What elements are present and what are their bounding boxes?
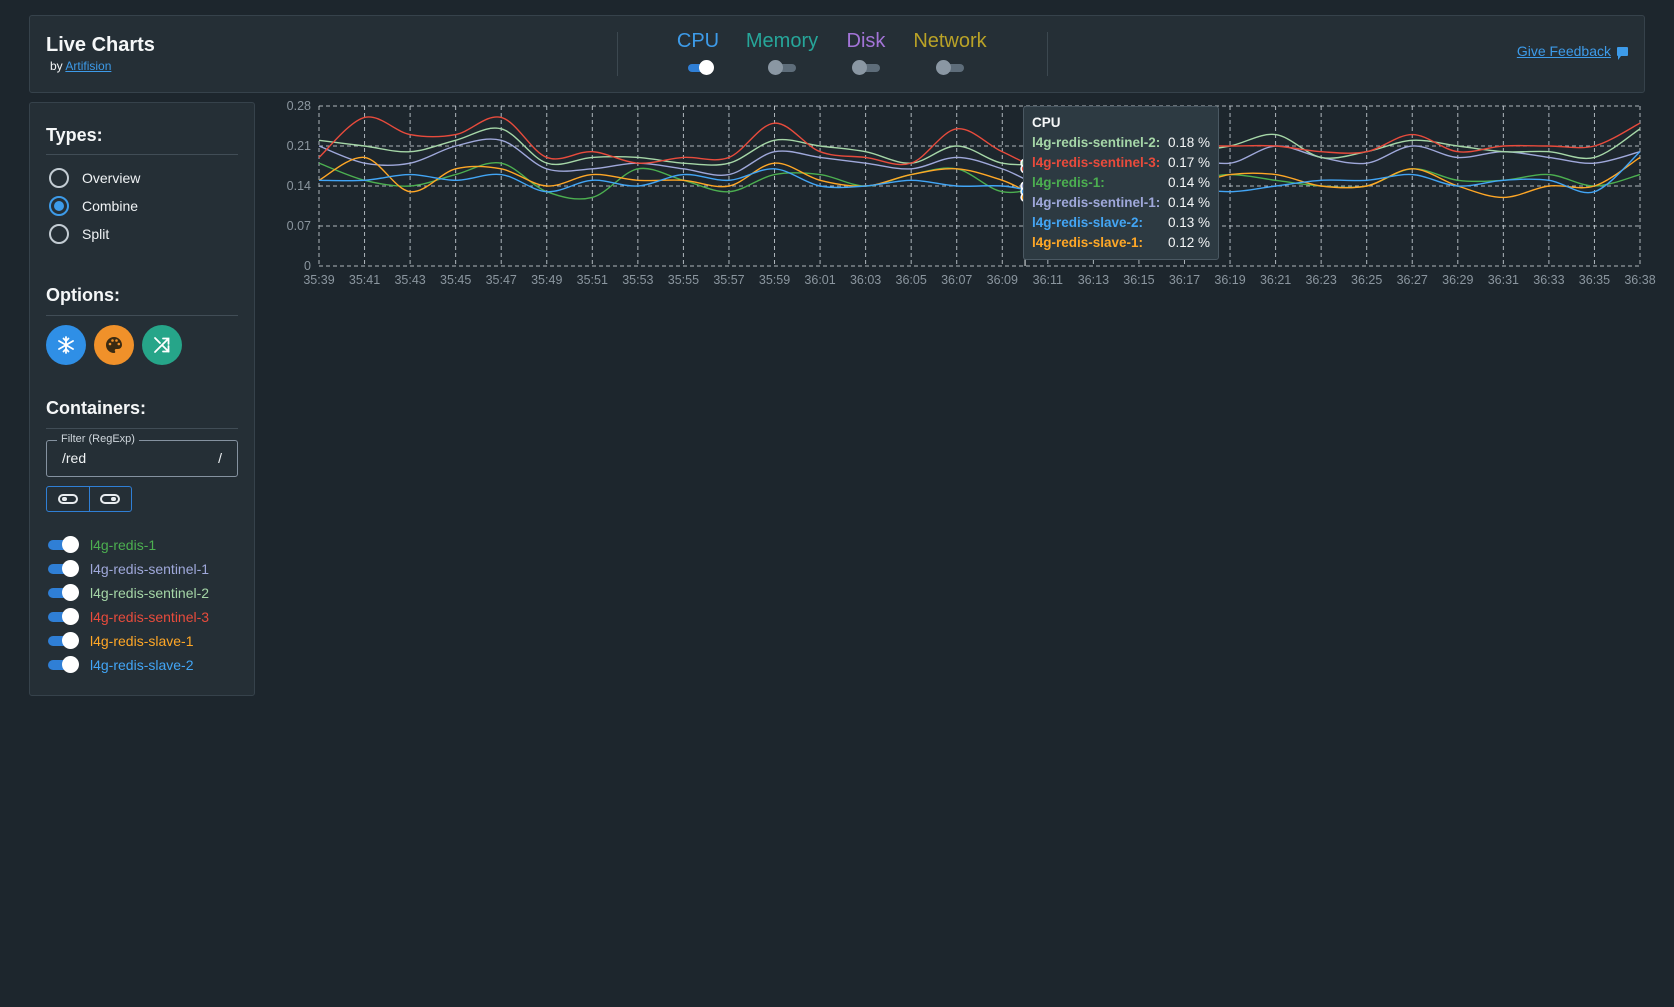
y-tick-label: 0: [304, 259, 311, 273]
tooltip-series-name: l4g-redis-sentinel-3:: [1032, 155, 1161, 170]
x-tick-label: 36:19: [1214, 273, 1245, 287]
snowflake-icon: [58, 336, 74, 354]
y-tick-label: 0.28: [287, 99, 311, 113]
x-tick-label: 36:33: [1533, 273, 1564, 287]
tooltip-series-value: 0.12 %: [1167, 235, 1210, 250]
series-line: [318, 156, 1641, 199]
x-tick-label: 36:13: [1078, 273, 1109, 287]
tooltip-series-name: l4g-redis-slave-2:: [1032, 215, 1144, 230]
chart-tooltip: CPU l4g-redis-sentinel-2: 0.18 % l4g-redi…: [1023, 106, 1219, 260]
x-tick-label: 35:43: [394, 273, 425, 287]
x-tick-label: 35:49: [531, 273, 562, 287]
container-name: l4g-redis-slave-1: [90, 633, 194, 649]
freeze-button[interactable]: [46, 325, 86, 365]
toggle-on-icon: [100, 494, 121, 504]
options-divider: [46, 315, 238, 316]
x-tick-label: 36:23: [1305, 273, 1336, 287]
container-name: l4g-redis-sentinel-2: [90, 585, 210, 601]
tooltip-row: l4g-redis-slave-2: 0.13 %: [1032, 213, 1210, 233]
cpu-line-chart[interactable]: 0.28 0.21 0.14 0.07 035:39 35:41 35:43 35:45 35:…: [0, 0, 1674, 300]
x-tick-label: 36:38: [1624, 273, 1655, 287]
tooltip-row: l4g-redis-1: 0.14 %: [1032, 173, 1210, 193]
toggle-all-off-button[interactable]: [47, 487, 89, 511]
container-toggle[interactable]: [48, 536, 79, 554]
tooltip-row: l4g-redis-sentinel-2: 0.18 %: [1032, 133, 1210, 153]
container-item[interactable]: l4g-redis-sentinel-1: [48, 559, 209, 579]
x-tick-label: 36:35: [1579, 273, 1610, 287]
x-tick-label: 36:27: [1397, 273, 1428, 287]
filter-field[interactable]: Filter (RegExp) /: [46, 433, 238, 477]
x-tick-label: 36:29: [1442, 273, 1473, 287]
tooltip-series-name: l4g-redis-sentinel-1:: [1032, 195, 1161, 210]
filter-suffix: /: [218, 450, 222, 466]
palette-icon: [106, 337, 122, 353]
x-tick-label: 35:39: [303, 273, 334, 287]
x-tick-label: 36:31: [1488, 273, 1519, 287]
shuffle-icon: [154, 337, 170, 353]
color-palette-button[interactable]: [94, 325, 134, 365]
shuffle-colors-button[interactable]: [142, 325, 182, 365]
tooltip-series-value: 0.17 %: [1167, 155, 1210, 170]
containers-divider: [46, 428, 238, 429]
tooltip-title: CPU: [1032, 115, 1061, 130]
x-tick-label: 35:53: [622, 273, 653, 287]
toggle-off-icon: [57, 494, 78, 504]
tooltip-series-value: 0.13 %: [1167, 215, 1210, 230]
x-tick-label: 35:45: [440, 273, 471, 287]
container-item[interactable]: l4g-redis-slave-1: [48, 631, 193, 651]
tooltip-series-name: l4g-redis-sentinel-2:: [1032, 135, 1161, 150]
tooltip-row: l4g-redis-sentinel-3: 0.17 %: [1032, 153, 1210, 173]
x-tick-label: 35:55: [668, 273, 699, 287]
y-tick-label: 0.14: [287, 179, 311, 193]
container-toggle[interactable]: [48, 560, 79, 578]
container-name: l4g-redis-slave-2: [90, 657, 194, 673]
x-tick-label: 35:51: [577, 273, 608, 287]
x-tick-label: 36:09: [987, 273, 1018, 287]
x-tick-label: 36:01: [804, 273, 835, 287]
x-tick-label: 36:11: [1033, 273, 1063, 287]
container-name: l4g-redis-1: [90, 537, 157, 553]
series-line: [318, 151, 1641, 194]
x-tick-label: 36:07: [941, 273, 972, 287]
container-item[interactable]: l4g-redis-sentinel-3: [48, 607, 209, 627]
container-toggle[interactable]: [48, 656, 79, 674]
filter-label: Filter (RegExp): [57, 433, 139, 445]
container-name: l4g-redis-sentinel-1: [90, 561, 210, 577]
containers-title: Containers:: [46, 398, 147, 418]
tooltip-row: l4g-redis-sentinel-1: 0.14 %: [1032, 193, 1210, 213]
container-name: l4g-redis-sentinel-3: [90, 609, 210, 625]
container-toggle[interactable]: [48, 632, 79, 650]
toggle-all-on-button[interactable]: [88, 487, 132, 511]
container-toggle[interactable]: [48, 608, 79, 626]
y-tick-label: 0.07: [287, 219, 311, 233]
x-tick-label: 36:05: [896, 273, 927, 287]
x-tick-label: 36:17: [1169, 273, 1200, 287]
toggle-all-group: [46, 486, 132, 512]
x-tick-label: 35:59: [759, 273, 790, 287]
tooltip-series-value: 0.14 %: [1167, 195, 1210, 210]
x-tick-label: 36:21: [1260, 273, 1291, 287]
filter-input[interactable]: [62, 450, 212, 466]
container-item[interactable]: l4g-redis-1: [48, 535, 156, 555]
container-toggle[interactable]: [48, 584, 79, 602]
container-item[interactable]: l4g-redis-slave-2: [48, 655, 193, 675]
x-tick-label: 36:03: [850, 273, 881, 287]
x-tick-label: 36:25: [1351, 273, 1382, 287]
y-tick-label: 0.21: [287, 139, 311, 153]
tooltip-series-value: 0.18 %: [1167, 135, 1210, 150]
x-tick-label: 35:47: [486, 273, 517, 287]
container-item[interactable]: l4g-redis-sentinel-2: [48, 583, 209, 603]
tooltip-series-name: l4g-redis-1:: [1032, 175, 1105, 190]
x-tick-label: 35:41: [349, 273, 380, 287]
x-tick-label: 36:15: [1123, 273, 1154, 287]
tooltip-row: l4g-redis-slave-1: 0.12 %: [1032, 233, 1210, 253]
tooltip-series-name: l4g-redis-slave-1:: [1032, 235, 1144, 250]
tooltip-series-value: 0.14 %: [1167, 175, 1210, 190]
x-tick-label: 35:57: [713, 273, 744, 287]
